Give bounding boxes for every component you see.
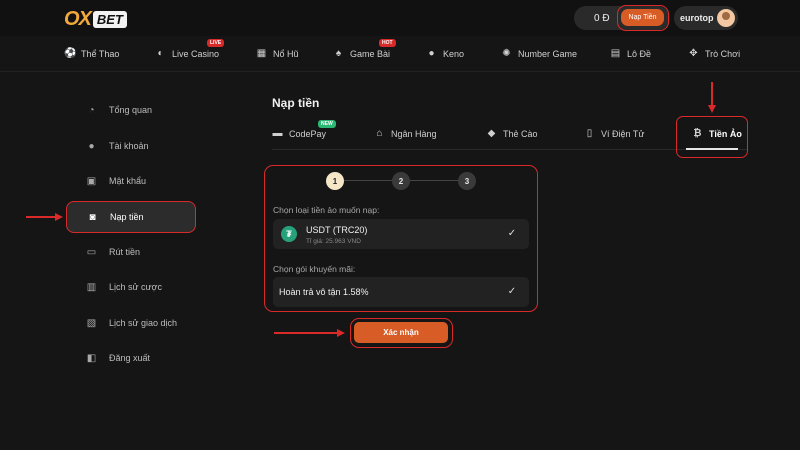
tab-the-cao[interactable]: ◆ Thẻ Cào xyxy=(486,128,538,139)
sidebar-item-lich-su-cuoc[interactable]: ▥ Lịch sử cược xyxy=(66,271,196,303)
annotation-arrow-head xyxy=(708,105,716,113)
nav-label: Number Game xyxy=(518,48,578,59)
annotation-arrow-line xyxy=(274,332,338,334)
promo-select-label: Chọn gói khuyến mãi: xyxy=(273,264,356,274)
tether-icon: ₮ xyxy=(281,226,297,242)
annotation-arrow-head xyxy=(55,213,63,221)
codepay-icon: ▬ xyxy=(272,128,283,139)
sidebar-item-label: Rút tiền xyxy=(109,247,141,257)
sidebar-item-lich-su-giao-dich[interactable]: ▧ Lịch sử giao dịch xyxy=(66,307,196,339)
soccer-ball-icon: ⚽ xyxy=(64,48,77,59)
sidebar-item-dang-xuat[interactable]: ◧ Đăng xuất xyxy=(66,342,196,374)
coin-option-usdt[interactable]: ₮ USDT (TRC20) Tỉ giá: 25.963 VND ✓ xyxy=(273,219,529,249)
sidebar-item-tong-quan[interactable]: ◔ Tổng quan xyxy=(66,94,196,126)
slot-777-icon: ▦ xyxy=(256,48,267,59)
gamepad-icon: ✥ xyxy=(689,48,698,59)
page-title: Nạp tiền xyxy=(272,96,320,110)
sidebar-item-label: Nạp tiền xyxy=(110,212,144,222)
live-badge: LIVE xyxy=(207,39,225,47)
annotation-arrow-line xyxy=(711,82,713,106)
sidebar-item-label: Đăng xuất xyxy=(109,353,151,363)
nav-label: Trò Chơi xyxy=(705,48,741,59)
nav-label: Live Casino xyxy=(172,48,220,59)
sidebar-item-label: Mật khẩu xyxy=(109,176,147,186)
step-3: 3 xyxy=(458,172,476,190)
logout-icon: ◧ xyxy=(86,352,97,364)
header-deposit-button[interactable]: Nạp Tiền xyxy=(621,9,664,26)
nav-label: Thể Thao xyxy=(81,48,120,59)
coin-rate: Tỉ giá: 25.963 VND xyxy=(306,238,361,245)
user-icon: ● xyxy=(88,140,95,152)
coin-name: USDT (TRC20) xyxy=(306,225,368,235)
nav-item-lo-de[interactable]: ▤ Lô Đề xyxy=(610,48,651,59)
number-wheel-icon: ✺ xyxy=(502,48,511,59)
user-menu[interactable]: eurotop xyxy=(674,6,738,30)
sidebar-item-label: Tài khoản xyxy=(109,141,149,151)
avatar[interactable] xyxy=(717,9,735,27)
tab-label: Ví Điện Tử xyxy=(601,128,645,139)
withdraw-icon: ▭ xyxy=(86,246,97,258)
nav-item-number-game[interactable]: ✺ Number Game xyxy=(501,48,577,59)
tab-codepay[interactable]: ▬ CodePay NEW xyxy=(272,120,336,139)
sidebar-item-label: Lịch sử cược xyxy=(109,282,162,292)
sidebar-item-nap-tien[interactable]: ◙ Nạp tiền xyxy=(66,201,196,233)
spade-icon: ♠ xyxy=(335,48,342,59)
bank-icon: ⌂ xyxy=(376,128,383,139)
nav-label: Game Bài xyxy=(350,48,391,59)
sidebar-item-rut-tien[interactable]: ▭ Rút tiền xyxy=(66,236,196,268)
username: eurotop xyxy=(680,13,714,23)
bet-history-icon: ▥ xyxy=(86,281,97,293)
check-icon: ✓ xyxy=(507,228,517,239)
tab-label: CodePay xyxy=(289,128,327,139)
balance-value: 0 Đ xyxy=(594,12,610,24)
transaction-history-icon: ▧ xyxy=(86,317,97,329)
step-1: 1 xyxy=(326,172,344,190)
nav-item-live-casino[interactable]: ◐ Live Casino LIVE xyxy=(155,39,225,59)
confirm-button[interactable]: Xác nhận xyxy=(354,322,448,343)
logo-bet-text: BET xyxy=(92,11,127,28)
nav-item-the-thao[interactable]: ⚽ Thể Thao xyxy=(64,48,119,59)
tab-ngan-hang[interactable]: ⌂ Ngân Hàng xyxy=(374,128,437,139)
sidebar-item-mat-khau[interactable]: ▣ Mật khẩu xyxy=(66,165,196,197)
deposit-icon: ◙ xyxy=(89,211,96,223)
sidebar-item-label: Tổng quan xyxy=(109,105,153,115)
new-badge: NEW xyxy=(318,120,336,128)
nav-label: Lô Đề xyxy=(627,48,652,59)
nav-item-keno[interactable]: ● Keno xyxy=(426,48,464,59)
e-wallet-icon: ▯ xyxy=(586,128,593,139)
overview-icon: ◔ xyxy=(88,104,95,116)
confirm-button-highlight: Xác nhận xyxy=(350,318,453,348)
logo[interactable]: OX BET xyxy=(64,8,127,31)
step-indicator: 1 2 3 xyxy=(326,172,478,190)
nav-item-game-bai[interactable]: ♠ Game Bài HOT xyxy=(333,39,396,59)
logo-ox-text: OX xyxy=(64,8,92,30)
annotation-arrow-head xyxy=(337,329,345,337)
nav-label: Keno xyxy=(443,48,465,59)
hot-badge: HOT xyxy=(379,39,396,47)
scratch-card-icon: ◆ xyxy=(487,128,496,139)
top-header: OX BET 0 Đ Nạp Tiền eurotop xyxy=(0,0,800,36)
sidebar-item-tai-khoan[interactable]: ● Tài khoản xyxy=(66,130,196,162)
tab-label: Ngân Hàng xyxy=(391,128,437,139)
deposit-button-highlight: Nạp Tiền xyxy=(617,5,669,31)
active-tab-highlight xyxy=(676,116,748,158)
promo-name: Hoàn trả vô tận 1.58% xyxy=(279,287,369,297)
promo-option[interactable]: Hoàn trả vô tận 1.58% ✓ xyxy=(273,277,529,307)
main-nav: ⚽ Thể Thao ◐ Live Casino LIVE ▦ Nổ Hũ ♠ … xyxy=(0,36,800,72)
nav-item-tro-choi[interactable]: ✥ Trò Chơi xyxy=(688,48,740,59)
tab-vi-dien-tu[interactable]: ▯ Ví Điện Tử xyxy=(584,128,645,139)
check-icon: ✓ xyxy=(507,286,517,297)
mask-icon: ◐ xyxy=(157,48,164,59)
nav-label: Nổ Hũ xyxy=(273,48,299,59)
tab-label: Thẻ Cào xyxy=(503,128,538,139)
step-connector xyxy=(410,180,460,181)
keno-ball-icon: ● xyxy=(428,48,435,59)
nav-item-no-hu[interactable]: ▦ Nổ Hũ xyxy=(256,48,299,59)
sidebar-item-label: Lịch sử giao dịch xyxy=(109,318,178,328)
lottery-ticket-icon: ▤ xyxy=(610,48,621,59)
coin-select-label: Chọn loại tiền ảo muốn nạp: xyxy=(273,205,380,215)
lock-icon: ▣ xyxy=(86,175,97,187)
step-2: 2 xyxy=(392,172,410,190)
annotation-arrow-line xyxy=(26,216,56,218)
